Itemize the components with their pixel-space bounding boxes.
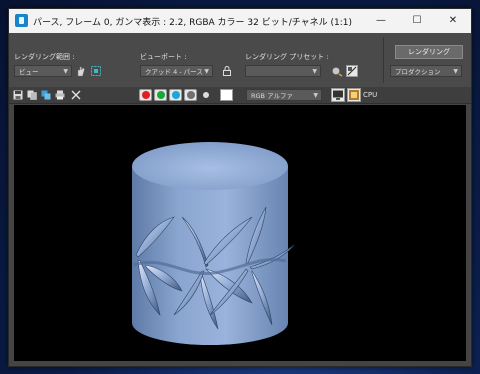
region-select-icon[interactable] xyxy=(90,65,102,77)
window-title: パース, フレーム 0, ガンマ表示 : 2.2, RGBA カラー 32 ビッ… xyxy=(33,18,353,28)
environment-icon[interactable] xyxy=(346,65,358,77)
red-channel-icon xyxy=(142,91,150,99)
render-mode-dropdown[interactable]: プロダクション ▼ xyxy=(390,65,462,77)
blue-channel-icon xyxy=(172,91,180,99)
render-area-dropdown[interactable]: ビュー ▼ xyxy=(14,65,72,77)
save-icon[interactable] xyxy=(13,90,23,100)
render-mode-value: プロダクション xyxy=(395,68,441,76)
chevron-down-icon: ▼ xyxy=(63,68,68,75)
preset-dropdown[interactable]: ▼ xyxy=(245,65,321,77)
channel-display-value: RGB アルファ xyxy=(251,92,294,100)
copy-icon[interactable] xyxy=(27,90,37,100)
clone-window-icon[interactable] xyxy=(41,90,51,100)
render-setup-icon[interactable] xyxy=(331,65,343,77)
alpha-channel-toggle[interactable] xyxy=(184,89,197,101)
blue-channel-toggle[interactable] xyxy=(169,89,182,101)
title-bar[interactable]: パース, フレーム 0, ガンマ表示 : 2.2, RGBA カラー 32 ビッ… xyxy=(9,9,471,33)
minimize-button[interactable]: — xyxy=(363,9,399,33)
render-area-label: レンダリング範囲 : xyxy=(14,53,75,61)
display-icon[interactable] xyxy=(331,88,345,102)
chevron-down-icon: ▼ xyxy=(312,68,317,75)
cpu-label: CPU xyxy=(363,91,378,99)
preset-label: レンダリング プリセット : xyxy=(245,53,329,61)
print-icon[interactable] xyxy=(55,90,65,100)
image-toolbar: RGB アルファ ▼ CPU xyxy=(9,87,471,104)
lock-icon[interactable] xyxy=(221,65,233,77)
chevron-down-icon: ▼ xyxy=(204,68,209,75)
red-channel-toggle[interactable] xyxy=(139,89,152,101)
toolbar-divider xyxy=(383,37,384,83)
green-channel-icon xyxy=(157,91,165,99)
hand-icon[interactable] xyxy=(75,65,87,77)
chevron-down-icon: ▼ xyxy=(453,68,458,75)
viewport-value: クアッド 4 - パース xyxy=(145,68,203,76)
channel-display-dropdown[interactable]: RGB アルファ ▼ xyxy=(246,89,322,101)
green-channel-toggle[interactable] xyxy=(154,89,167,101)
viewport-dropdown[interactable]: クアッド 4 - パース ▼ xyxy=(140,65,213,77)
render-frame-icon[interactable] xyxy=(347,88,361,102)
rendered-image xyxy=(132,142,295,345)
render-settings-toolbar: レンダリング範囲 : ビュー ▼ ビューポート : クアッド 4 - パース ▼ レ… xyxy=(9,33,471,88)
app-icon xyxy=(15,14,28,27)
rendered-frame-window: パース, フレーム 0, ガンマ表示 : 2.2, RGBA カラー 32 ビッ… xyxy=(8,8,472,367)
viewport-label: ビューポート : xyxy=(140,53,187,61)
maximize-button[interactable]: ☐ xyxy=(399,9,435,33)
background-swatch[interactable] xyxy=(220,89,233,101)
render-viewport[interactable] xyxy=(14,105,466,361)
render-button[interactable]: レンダリング xyxy=(395,45,463,59)
monochrome-icon[interactable] xyxy=(203,92,209,98)
chevron-down-icon: ▼ xyxy=(313,92,318,99)
render-area-value: ビュー xyxy=(19,68,39,76)
alpha-channel-icon xyxy=(187,91,195,99)
close-button[interactable]: ✕ xyxy=(435,9,471,33)
clear-icon[interactable] xyxy=(71,90,81,100)
